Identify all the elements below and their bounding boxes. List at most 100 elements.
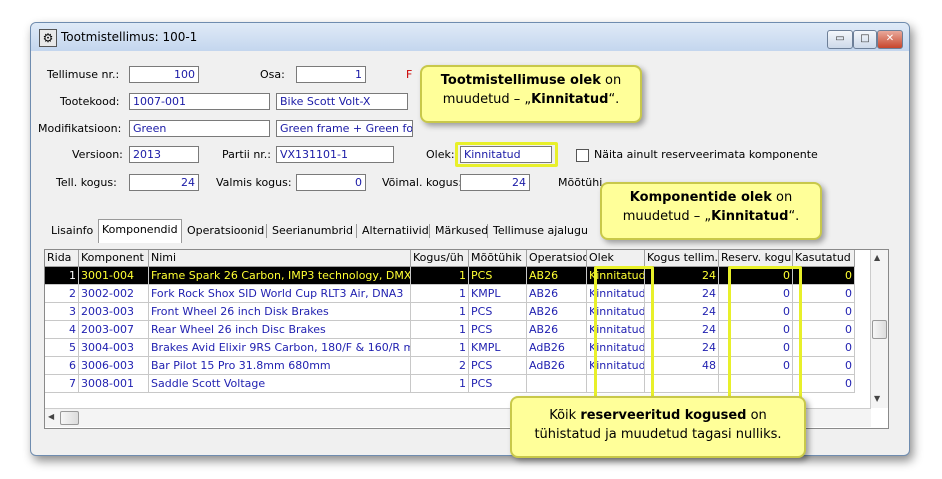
cell-operatsioon: AB26	[527, 267, 587, 285]
cell-mootuhik: PCS	[469, 303, 527, 321]
valmis-kogus-field[interactable]: 0	[296, 174, 366, 191]
cell-kasutatud-kogus: 0	[793, 339, 855, 357]
cell-kogus-tellim: 24	[645, 267, 719, 285]
cell-kogus-uh: 1	[411, 375, 469, 393]
cell-kasutatud-kogus: 0	[793, 267, 855, 285]
window-title: Tootmistellimus: 100-1	[61, 30, 198, 44]
cell-nimi: Fork Rock Shox SID World Cup RLT3 Air, D…	[149, 285, 411, 303]
callout-bottom-text3: tühistatud ja muudetud tagasi nulliks.	[534, 427, 782, 442]
callout-bottom-text1: Kõik	[549, 408, 581, 423]
callout-top-end: “.	[608, 92, 620, 107]
reserveerimata-checkbox-label: Näita ainult reserveerimata komponente	[594, 148, 818, 161]
cell-kasutatud-kogus: 0	[793, 321, 855, 339]
reserv-column-highlight	[728, 266, 802, 412]
column-header-reserv-kogus[interactable]: Reserv. kogu	[719, 250, 793, 267]
cell-kogus-uh: 1	[411, 303, 469, 321]
title-bar[interactable]: ⚙ Tootmistellimus: 100-1 ▭ □ ✕	[31, 23, 909, 51]
callout-middle-end: “.	[788, 209, 800, 224]
tellimuse-nr-label: Tellimuse nr.:	[47, 68, 120, 81]
partii-field[interactable]: VX131101-1	[276, 146, 394, 163]
voimal-kogus-field[interactable]: 24	[460, 174, 530, 191]
tab-separator	[487, 224, 488, 238]
cell-operatsioon: AB26	[527, 321, 587, 339]
cell-operatsioon: AdB26	[527, 339, 587, 357]
callout-order-status: Tootmistellimuse olek on muudetud – „Kin…	[420, 65, 642, 123]
cell-mootuhik: PCS	[469, 375, 527, 393]
column-header-nimi[interactable]: Nimi	[149, 250, 411, 267]
versioon-field[interactable]: 2013	[129, 146, 199, 163]
minimize-button[interactable]: ▭	[827, 30, 853, 49]
app-icon: ⚙	[39, 29, 57, 47]
tell-kogus-label: Tell. kogus:	[56, 176, 117, 189]
cell-kogus-uh: 1	[411, 339, 469, 357]
cell-nimi: Brakes Avid Elixir 9RS Carbon, 180/F & 1…	[149, 339, 411, 357]
close-button[interactable]: ✕	[877, 30, 903, 49]
column-header-rida[interactable]: Rida	[45, 250, 79, 267]
tab-operatsioonid[interactable]: Operatsioonid	[184, 221, 267, 241]
cell-kasutatud-kogus: 0	[793, 357, 855, 375]
column-header-mootuhik[interactable]: Mõõtühik	[469, 250, 527, 267]
horizontal-scroll-thumb[interactable]	[60, 411, 79, 425]
cell-rida: 5	[45, 339, 79, 357]
cell-kogus-uh: 2	[411, 357, 469, 375]
voimal-kogus-label: Võimal. kogus:	[382, 176, 463, 189]
scroll-down-arrow[interactable]: ▼	[874, 394, 880, 403]
column-header-komponent[interactable]: Komponent	[79, 250, 149, 267]
cell-mootuhik: PCS	[469, 267, 527, 285]
column-header-kasutatud-kogus[interactable]: Kasutatud k	[793, 250, 855, 267]
cell-kasutatud-kogus: 0	[793, 375, 855, 393]
vertical-scroll-thumb[interactable]	[872, 320, 887, 339]
callout-bottom-bold: reserveeritud kogused	[580, 408, 747, 423]
callout-reserved-quantities: Kõik reserveeritud kogused on tühistatud…	[510, 396, 806, 458]
tab-komponendid[interactable]: Komponendid	[98, 219, 182, 243]
modifikatsioon-label: Modifikatsioon:	[38, 122, 122, 135]
cell-kogus-uh: 1	[411, 321, 469, 339]
cell-mootuhik: PCS	[469, 357, 527, 375]
tellimuse-nr-field[interactable]: 100	[129, 66, 199, 83]
cell-operatsioon: AB26	[527, 285, 587, 303]
tab-tellimuse-ajalugu[interactable]: Tellimuse ajalugu	[490, 221, 591, 241]
tab-seerianumbrid[interactable]: Seerianumbrid	[269, 221, 356, 241]
tab-separator	[266, 224, 267, 238]
cell-mootuhik: PCS	[469, 321, 527, 339]
cell-kogus-tellim: 48	[645, 357, 719, 375]
olek-column-highlight	[594, 266, 654, 412]
cell-operatsioon	[527, 375, 587, 393]
cell-operatsioon: AdB26	[527, 357, 587, 375]
cell-komponent: 2003-003	[79, 303, 149, 321]
cell-kogus-tellim: 24	[645, 303, 719, 321]
partii-label: Partii nr.:	[222, 148, 272, 161]
cell-komponent: 3008-001	[79, 375, 149, 393]
cell-nimi: Frame Spark 26 Carbon, IMP3 technology, …	[149, 267, 411, 285]
maximize-button[interactable]: □	[853, 30, 877, 49]
vertical-scrollbar[interactable]: ▲ ▼	[870, 250, 888, 408]
callout-middle-text1: on	[771, 190, 793, 205]
reserveerimata-checkbox[interactable]	[576, 149, 589, 162]
tab-markused[interactable]: Märkused	[432, 221, 491, 241]
osa-label: Osa:	[260, 68, 285, 81]
callout-middle-text2: muudetud – „	[622, 209, 712, 224]
column-header-olek[interactable]: Olek	[587, 250, 645, 267]
column-header-kogus-tellim[interactable]: Kogus tellim.	[645, 250, 719, 267]
versioon-label: Versioon:	[72, 148, 123, 161]
cell-komponent: 3006-003	[79, 357, 149, 375]
column-header-kogus-uh[interactable]: Kogus/üh	[411, 250, 469, 267]
cell-nimi: Front Wheel 26 inch Disk Brakes	[149, 303, 411, 321]
valmis-kogus-label: Valmis kogus:	[216, 176, 292, 189]
modifikatsioon-field[interactable]: Green	[129, 120, 270, 137]
column-header-operatsioon[interactable]: Operatsioo	[527, 250, 587, 267]
tell-kogus-field[interactable]: 24	[129, 174, 199, 191]
callout-top-text2: muudetud – „	[442, 92, 532, 107]
cell-komponent: 3001-004	[79, 267, 149, 285]
osa-field[interactable]: 1	[296, 66, 366, 83]
cell-kogus-tellim: 24	[645, 285, 719, 303]
tab-alternatiivid[interactable]: Alternatiivid	[359, 221, 432, 241]
cell-rida: 1	[45, 267, 79, 285]
scroll-up-arrow[interactable]: ▲	[874, 253, 880, 262]
cell-komponent: 3004-003	[79, 339, 149, 357]
scroll-left-arrow[interactable]: ◀	[48, 412, 54, 421]
callout-top-text1: on	[600, 73, 622, 88]
tab-separator	[356, 224, 357, 238]
tab-lisainfo[interactable]: Lisainfo	[48, 221, 96, 241]
tootekood-field[interactable]: 1007-001	[129, 93, 270, 110]
